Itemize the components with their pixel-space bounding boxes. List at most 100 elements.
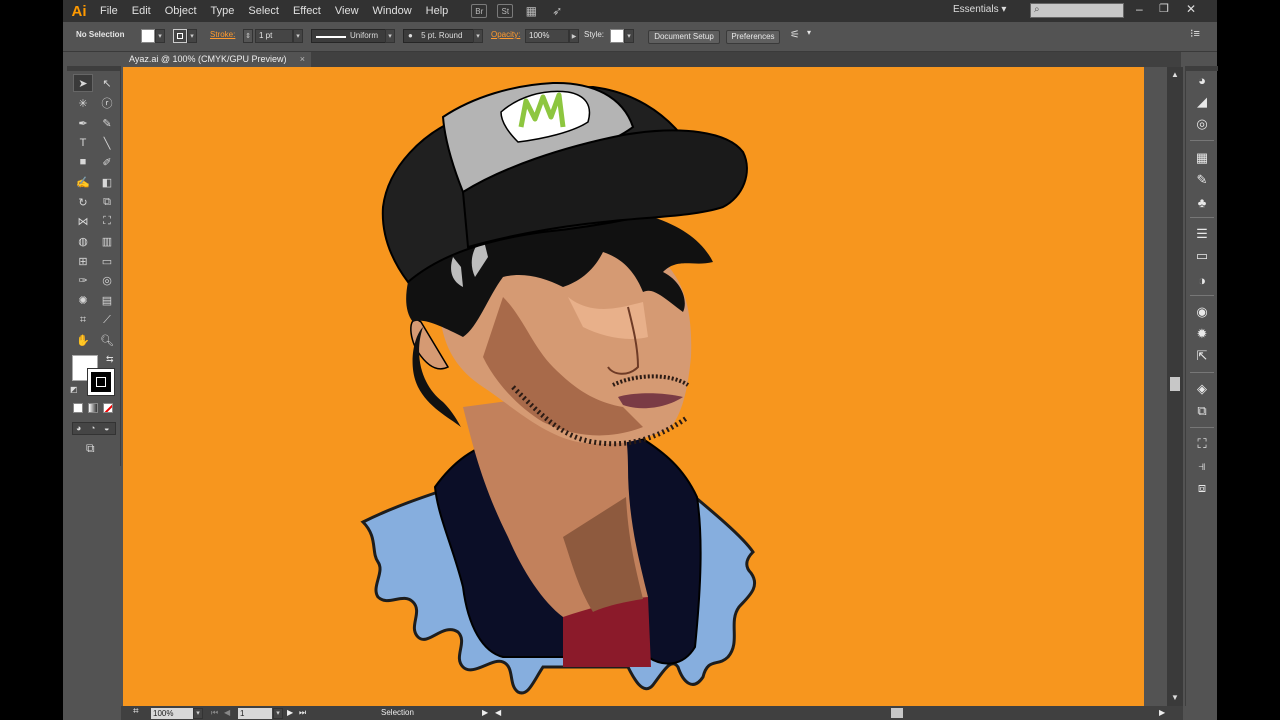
shaper-tool-icon[interactable]: ✍: [73, 173, 93, 191]
artboard-tool-icon[interactable]: ⌗: [73, 311, 93, 329]
appearance-icon[interactable]: ◉: [1194, 304, 1210, 320]
stock-button[interactable]: St: [497, 4, 514, 18]
stroke-weight-field[interactable]: 1 pt: [255, 29, 293, 43]
tools-panel-grip[interactable]: [67, 66, 121, 71]
shape-builder-tool-icon[interactable]: ◍: [73, 232, 93, 250]
previous-artboard-icon[interactable]: ◀: [224, 708, 230, 717]
control-menu-chevron-icon[interactable]: ▾: [807, 28, 811, 37]
eraser-tool-icon[interactable]: ◧: [97, 173, 117, 191]
color-guide-icon[interactable]: ◢: [1194, 94, 1210, 110]
transparency-icon[interactable]: ◑: [1194, 272, 1210, 288]
menu-select[interactable]: Select: [241, 0, 286, 22]
stroke-panel-link[interactable]: Stroke:: [210, 30, 235, 39]
hand-tool-icon[interactable]: ✋: [73, 331, 93, 349]
menu-type[interactable]: Type: [204, 0, 242, 22]
gradient-panel-icon[interactable]: ▭: [1194, 248, 1210, 264]
panel-menu-icon[interactable]: ⁝≡: [1190, 27, 1200, 40]
width-tool-icon[interactable]: ⋈: [73, 212, 93, 230]
next-artboard-icon[interactable]: ▶: [287, 708, 293, 717]
color-mode-button[interactable]: [73, 403, 83, 413]
menu-window[interactable]: Window: [366, 0, 419, 22]
screen-mode-icon[interactable]: ⧉: [86, 441, 95, 456]
none-mode-button[interactable]: [103, 403, 113, 413]
brush-definition[interactable]: ● 5 pt. Round: [403, 29, 483, 43]
mesh-tool-icon[interactable]: ⊞: [73, 252, 93, 270]
curvature-tool-icon[interactable]: ✎: [97, 114, 117, 132]
selection-tool-icon[interactable]: ➤: [73, 74, 93, 92]
perspective-grid-tool-icon[interactable]: ▥: [97, 232, 117, 250]
first-artboard-icon[interactable]: ⏮: [211, 708, 218, 718]
search-help-input[interactable]: ⌕: [1030, 3, 1124, 18]
pen-tool-icon[interactable]: ✒: [73, 114, 93, 132]
graphic-style-swatch[interactable]: [610, 29, 624, 43]
profile-dropdown[interactable]: ▾: [385, 29, 395, 43]
type-tool-icon[interactable]: T: [73, 134, 93, 152]
default-fill-stroke-icon[interactable]: ◩: [70, 385, 78, 394]
layers-icon[interactable]: ◈: [1194, 381, 1210, 397]
magic-wand-tool-icon[interactable]: ✳: [73, 94, 93, 112]
artboard-dropdown[interactable]: ▾: [273, 708, 283, 719]
dock-grip[interactable]: [1186, 66, 1218, 71]
column-graph-tool-icon[interactable]: ▤: [97, 291, 117, 309]
opacity-slider-toggle[interactable]: ▶: [569, 29, 579, 43]
direct-selection-tool-icon[interactable]: ↖: [97, 74, 117, 92]
menu-view[interactable]: View: [328, 0, 366, 22]
rectangle-tool-icon[interactable]: ■: [73, 153, 93, 171]
gpu-performance-icon[interactable]: ➶: [549, 4, 565, 18]
scroll-right-icon[interactable]: ▶: [1159, 708, 1165, 717]
arrange-icon[interactable]: ⚟: [790, 28, 800, 41]
graphic-styles-icon[interactable]: ✹: [1194, 326, 1210, 342]
workspace-switcher[interactable]: Essentials ▾: [953, 4, 1006, 15]
paintbrush-tool-icon[interactable]: ✐: [97, 153, 117, 171]
vector-portrait-artwork[interactable]: [123, 67, 1144, 706]
libraries-icon[interactable]: ◎: [1194, 116, 1210, 132]
pathfinder-icon[interactable]: ⧈: [1194, 480, 1210, 496]
stroke-weight-stepper[interactable]: ⇕: [243, 29, 253, 43]
menu-effect[interactable]: Effect: [286, 0, 328, 22]
fill-color-swatch[interactable]: [141, 29, 155, 43]
draw-normal-icon[interactable]: ◕: [76, 423, 81, 433]
menu-help[interactable]: Help: [419, 0, 456, 22]
brushes-icon[interactable]: ✎: [1194, 172, 1210, 188]
color-panel-icon[interactable]: ◕: [1194, 72, 1210, 88]
arrange-documents-icon[interactable]: ▦: [523, 4, 539, 18]
fill-dropdown[interactable]: ▾: [155, 29, 165, 43]
horizontal-scroll-thumb[interactable]: [891, 708, 903, 718]
swap-fill-stroke-icon[interactable]: ⇆: [106, 354, 114, 365]
zoom-tool-icon[interactable]: 🔍︎: [97, 331, 117, 349]
stroke-weight-dropdown[interactable]: ▾: [293, 29, 303, 43]
blend-tool-icon[interactable]: ◎: [97, 271, 117, 289]
preferences-button[interactable]: Preferences: [726, 30, 780, 44]
slice-tool-icon[interactable]: ⟋: [97, 311, 117, 329]
stroke-color-swatch[interactable]: [173, 29, 187, 43]
opacity-field[interactable]: 100%: [525, 29, 569, 43]
close-window-button[interactable]: ✕: [1186, 2, 1196, 16]
scroll-left-icon[interactable]: ◀: [495, 708, 501, 717]
stroke-color-box[interactable]: [87, 368, 115, 396]
vertical-scrollbar[interactable]: ▲ ▼: [1167, 67, 1183, 706]
scroll-up-icon[interactable]: ▲: [1171, 70, 1179, 79]
gradient-tool-icon[interactable]: ▭: [97, 252, 117, 270]
swatches-icon[interactable]: ▦: [1194, 150, 1210, 166]
stroke-panel-icon[interactable]: ☰: [1194, 226, 1210, 242]
menu-file[interactable]: File: [93, 0, 125, 22]
zoom-level-field[interactable]: 100%: [151, 708, 193, 719]
menu-object[interactable]: Object: [158, 0, 204, 22]
free-transform-tool-icon[interactable]: ⛶: [97, 212, 117, 230]
lasso-tool-icon[interactable]: ⓡ: [97, 94, 117, 112]
rotate-tool-icon[interactable]: ↻: [73, 193, 93, 211]
zoom-dropdown[interactable]: ▾: [193, 708, 203, 719]
artboard[interactable]: [123, 67, 1144, 706]
transform-icon[interactable]: ⛶: [1194, 436, 1210, 452]
variable-width-profile[interactable]: Uniform: [311, 29, 395, 43]
bridge-button[interactable]: Br: [471, 4, 488, 18]
symbols-icon[interactable]: ♣: [1194, 194, 1210, 210]
eyedropper-tool-icon[interactable]: ✑: [73, 271, 93, 289]
opacity-panel-link[interactable]: Opacity:: [491, 30, 520, 39]
align-icon[interactable]: ⫣: [1194, 458, 1210, 474]
graphic-style-dropdown[interactable]: ▾: [624, 29, 634, 43]
line-segment-tool-icon[interactable]: ╲: [97, 134, 117, 152]
current-tool-status[interactable]: Selection: [381, 708, 414, 717]
gradient-mode-button[interactable]: [88, 403, 98, 413]
stroke-dropdown[interactable]: ▾: [187, 29, 197, 43]
